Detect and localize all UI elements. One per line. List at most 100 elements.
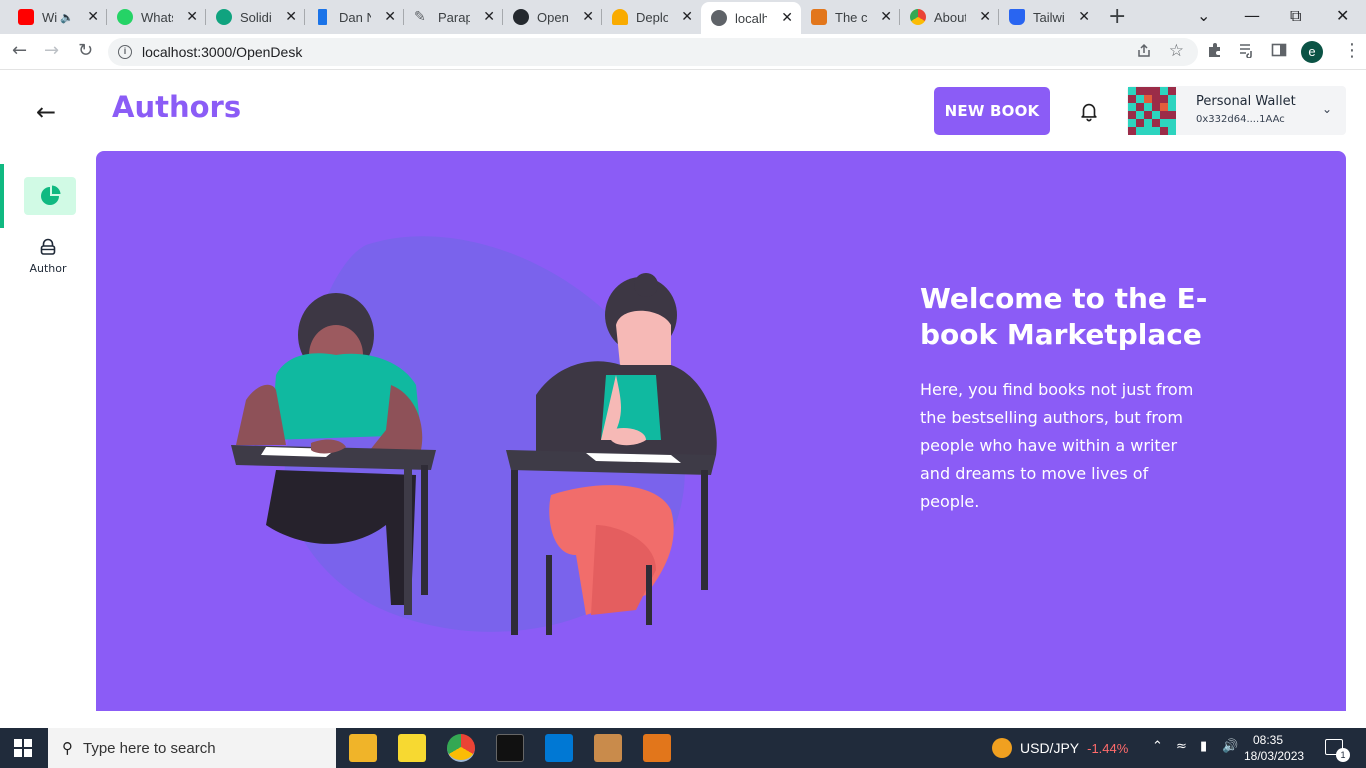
terminal-icon[interactable] bbox=[496, 734, 524, 762]
browser-menu-icon[interactable]: ⋮ bbox=[1343, 40, 1361, 61]
browser-tab-active[interactable]: localh ✕ bbox=[701, 2, 801, 34]
speaker-icon[interactable]: 🔈 bbox=[60, 11, 74, 24]
browser-tab[interactable]: Wi 🔈 ✕ bbox=[8, 0, 107, 34]
battery-icon[interactable]: ▮ bbox=[1200, 739, 1207, 754]
share-icon[interactable] bbox=[1136, 43, 1152, 62]
tab-search-chevron-icon[interactable]: ⌄ bbox=[1197, 6, 1210, 25]
tab-title: The cr bbox=[835, 9, 867, 25]
browser-toolbar: ← → ↻ i localhost:3000/OpenDesk ☆ e ⋮ bbox=[0, 34, 1366, 70]
tab-title: OpenS bbox=[537, 9, 569, 25]
close-tab-icon[interactable]: ✕ bbox=[681, 9, 693, 25]
chrome-icon[interactable] bbox=[447, 734, 475, 762]
address-bar[interactable]: i localhost:3000/OpenDesk ☆ bbox=[108, 38, 1198, 66]
close-tab-icon[interactable]: ✕ bbox=[384, 9, 396, 25]
volume-icon[interactable]: 🔊 bbox=[1222, 739, 1238, 754]
students-writing-illustration bbox=[231, 236, 717, 635]
side-panel-icon[interactable] bbox=[1271, 42, 1287, 62]
quill-icon: ✎ bbox=[414, 9, 426, 25]
tab-title: Deploy bbox=[636, 9, 668, 25]
github-icon bbox=[513, 9, 529, 25]
sidebar-active-indicator bbox=[0, 164, 4, 228]
close-window-icon[interactable]: ✕ bbox=[1336, 6, 1349, 25]
notification-bell-icon[interactable] bbox=[1078, 100, 1100, 122]
wallet-dropdown[interactable]: Personal Wallet 0x332d64....1AAc ⌄ bbox=[1127, 86, 1346, 135]
browser-tab[interactable]: ✎ Paraph ✕ bbox=[404, 0, 503, 34]
profile-avatar[interactable]: e bbox=[1301, 41, 1323, 63]
browser-tab[interactable]: Deploy ✕ bbox=[602, 0, 701, 34]
currency-icon bbox=[992, 738, 1012, 758]
browser-tab-strip: Wi 🔈 ✕ Whats ✕ Solidit ✕ Dan N ✕ ✎ Parap… bbox=[0, 0, 1366, 34]
lock-icon bbox=[40, 238, 56, 255]
tab-title: Wi bbox=[42, 9, 58, 25]
bookmark-icon bbox=[318, 9, 327, 25]
chevron-up-icon[interactable]: ⌃ bbox=[1152, 739, 1163, 754]
hero-banner: Welcome to the E-book Marketplace Here, … bbox=[96, 151, 1346, 711]
close-tab-icon[interactable]: ✕ bbox=[1078, 9, 1090, 25]
file-explorer-icon[interactable] bbox=[349, 734, 377, 762]
search-placeholder: Type here to search bbox=[83, 739, 216, 757]
close-tab-icon[interactable]: ✕ bbox=[979, 9, 991, 25]
system-clock[interactable]: 08:35 18/03/2023 bbox=[1244, 732, 1304, 764]
bookmark-star-icon[interactable]: ☆ bbox=[1169, 41, 1184, 61]
new-book-button[interactable]: NEW BOOK bbox=[934, 87, 1050, 135]
sticky-notes-icon[interactable] bbox=[398, 734, 426, 762]
browser-tab[interactable]: The cr ✕ bbox=[801, 0, 900, 34]
tab-title: About bbox=[934, 9, 966, 25]
wallet-address: 0x332d64....1AAc bbox=[1196, 114, 1285, 125]
close-tab-icon[interactable]: ✕ bbox=[186, 9, 198, 25]
tab-title: Paraph bbox=[438, 9, 470, 25]
extensions-puzzle-icon[interactable] bbox=[1207, 42, 1223, 62]
sidebar-item-dashboard[interactable] bbox=[24, 177, 76, 215]
chevron-down-icon: ⌄ bbox=[1321, 102, 1332, 116]
forward-arrow-icon[interactable]: → bbox=[44, 40, 59, 61]
hero-description: Here, you find books not just from the b… bbox=[920, 380, 1194, 511]
wallet-name: Personal Wallet bbox=[1196, 94, 1296, 109]
ticker-symbol: USD/JPY bbox=[1020, 740, 1080, 756]
close-tab-icon[interactable]: ✕ bbox=[87, 9, 99, 25]
sidebar-item-label: Author bbox=[29, 262, 67, 275]
back-arrow-icon[interactable]: ← bbox=[12, 40, 27, 61]
warning-icon bbox=[612, 9, 628, 25]
browser-tab[interactable]: Tailwin ✕ bbox=[999, 0, 1098, 34]
new-tab-plus-icon[interactable]: + bbox=[1108, 6, 1126, 28]
minimize-icon[interactable]: — bbox=[1244, 6, 1260, 25]
clock-time: 08:35 bbox=[1252, 733, 1284, 747]
openai-icon bbox=[216, 9, 232, 25]
youtube-icon bbox=[18, 9, 34, 25]
sidebar-item-author[interactable]: Author bbox=[22, 238, 74, 275]
browser-tab[interactable]: Dan N ✕ bbox=[305, 0, 404, 34]
back-arrow-icon[interactable]: ← bbox=[36, 98, 56, 126]
tab-title: Dan N bbox=[339, 9, 371, 25]
vscode-icon[interactable] bbox=[545, 734, 573, 762]
close-tab-icon[interactable]: ✕ bbox=[582, 9, 594, 25]
taskbar-search-input[interactable]: ⚲ Type here to search bbox=[48, 728, 336, 768]
reload-icon[interactable]: ↻ bbox=[78, 40, 93, 61]
close-tab-icon[interactable]: ✕ bbox=[285, 9, 297, 25]
browser-tab[interactable]: OpenS ✕ bbox=[503, 0, 602, 34]
wifi-icon[interactable]: ≈ bbox=[1176, 739, 1187, 754]
metamask-app-icon[interactable] bbox=[643, 734, 671, 762]
close-tab-icon[interactable]: ✕ bbox=[880, 9, 892, 25]
globe-icon bbox=[711, 10, 727, 26]
metamask-icon bbox=[811, 9, 827, 25]
currency-ticker[interactable]: USD/JPY -1.44% bbox=[992, 738, 1128, 758]
url-text: localhost:3000/OpenDesk bbox=[142, 44, 303, 60]
ticker-change: -1.44% bbox=[1087, 740, 1129, 756]
site-info-icon[interactable]: i bbox=[118, 45, 132, 59]
tab-title: Whats bbox=[141, 9, 173, 25]
css-icon bbox=[1009, 9, 1025, 25]
browser-tab[interactable]: Solidit ✕ bbox=[206, 0, 305, 34]
close-tab-icon[interactable]: ✕ bbox=[483, 9, 495, 25]
pie-chart-icon bbox=[41, 185, 61, 205]
windows-start-icon[interactable] bbox=[14, 739, 32, 757]
browser-tab[interactable]: Whats ✕ bbox=[107, 0, 206, 34]
notification-count-badge: 1 bbox=[1336, 748, 1350, 762]
box-app-icon[interactable] bbox=[594, 734, 622, 762]
media-queue-icon[interactable] bbox=[1239, 42, 1255, 62]
search-icon: ⚲ bbox=[62, 739, 73, 757]
restore-icon[interactable]: ⧉ bbox=[1290, 6, 1301, 26]
app-root: ← Authors NEW BOOK Personal Wallet 0x332… bbox=[0, 70, 1366, 728]
close-tab-icon[interactable]: ✕ bbox=[781, 10, 793, 26]
browser-tab[interactable]: About ✕ bbox=[900, 0, 999, 34]
tab-title: Solidit bbox=[240, 9, 272, 25]
